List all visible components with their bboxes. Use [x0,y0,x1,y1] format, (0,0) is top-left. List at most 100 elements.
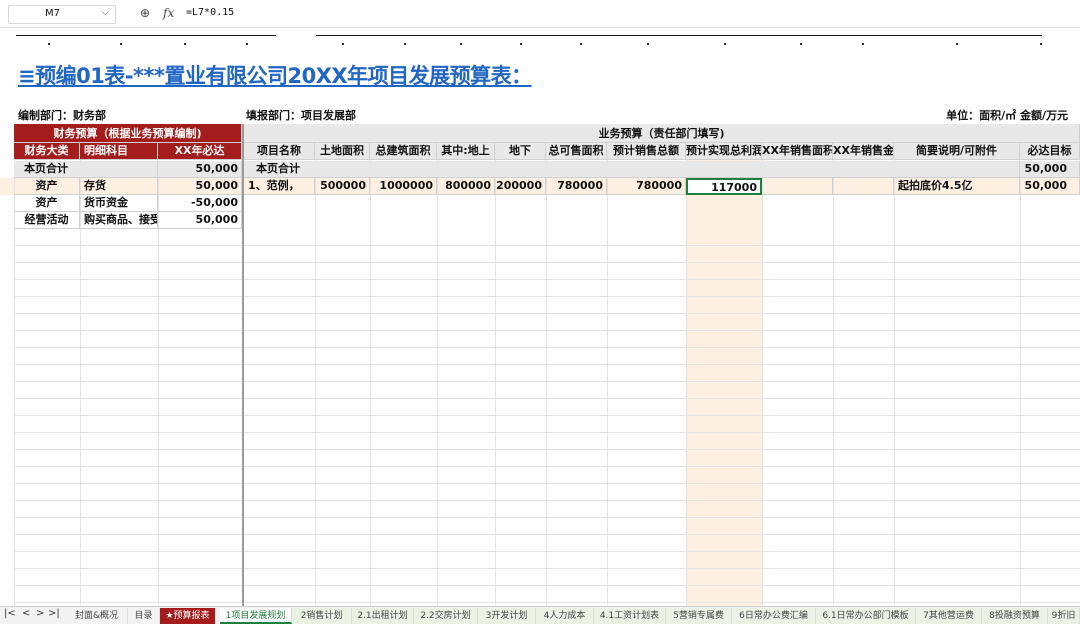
unit-label: 单位：面积/㎡ 金额/万元 [946,109,1068,122]
grid-column-line [833,124,834,606]
empty-grid-row [14,331,1080,348]
row-saleable-area[interactable]: 780000 [546,178,607,195]
ruler-dot [520,43,522,45]
empty-grid-row [14,433,1080,450]
right-total-value[interactable]: 50,000 [1020,161,1080,178]
ruler-dot [460,43,462,45]
empty-grid-row [14,229,1080,246]
prev-sheet-icon[interactable]: < [22,608,30,619]
left-row-cat[interactable]: 经营活动 [14,212,80,229]
grid-column-line [437,124,438,606]
first-sheet-icon[interactable]: |< [4,608,16,619]
sheet-tab[interactable]: 4.1工资计划表 [594,608,666,624]
header-sales-area-year[interactable]: XX年销售面积 [762,143,833,160]
empty-grid-row [14,246,1080,263]
selected-cell-profit[interactable]: 117000 [686,178,762,195]
sheet-tab[interactable]: 7其他营运费 [916,608,982,624]
left-row-val[interactable]: -50,000 [158,195,242,212]
empty-grid-row [14,314,1080,331]
header-above-ground[interactable]: 其中:地上 [437,143,495,160]
freeze-divider [242,124,244,606]
empty-grid-row [14,586,1080,603]
header-sales-total[interactable]: 预计销售总额 [607,143,686,160]
row-above-ground[interactable]: 800000 [437,178,495,195]
fx-icon[interactable]: fx [163,6,174,20]
empty-grid-row [14,348,1080,365]
row-project-name[interactable]: 1、范例， [244,178,315,195]
ruler-dot [48,43,50,45]
ruler-dot [580,43,582,45]
name-box-value: M7 [45,8,60,19]
right-group-header: 业务预算（责任部门填写) [244,124,1080,143]
row-notes[interactable]: 起拍底价4.5亿 [894,178,1020,195]
ruler-dot [342,43,344,45]
sheet-tab[interactable]: 2销售计划 [292,608,352,624]
header-subject[interactable]: 明细科目 [80,143,158,160]
left-total-label[interactable]: 本页合计 [14,161,158,178]
ruler-dot [246,43,248,45]
ruler-dot [724,43,726,45]
left-total-value[interactable]: 50,000 [158,161,242,178]
sheet-tab[interactable]: 8投融资预算 [982,608,1048,624]
header-total-area[interactable]: 总建筑面积 [370,143,437,160]
row-underground[interactable]: 200000 [495,178,546,195]
row-sales-area-year[interactable] [762,178,833,195]
header-project-name[interactable]: 项目名称 [244,143,315,160]
sheet-tab[interactable]: 4人力成本 [536,608,594,624]
sheet-tab[interactable]: 5营销专属费 [666,608,732,624]
header-land-area[interactable]: 土地面积 [315,143,370,160]
header-category[interactable]: 财务大类 [14,143,80,160]
row-total-area[interactable]: 1000000 [370,178,437,195]
sheet-tab-active[interactable]: 1项目发展规划 [220,608,292,624]
left-row-sub[interactable]: 购买商品、接受 [80,212,158,229]
sheet-tab[interactable]: 6日常办公费汇编 [732,608,816,624]
sheet-tab[interactable]: 封面&概况 [66,608,128,624]
grid-column-line [495,124,496,606]
sheet-tab[interactable]: 9折旧 [1048,608,1080,624]
left-group-header: 财务预算（根据业务预算编制) [14,124,242,143]
header-notes[interactable]: 简要说明/可附件 [894,143,1020,160]
ruler-dot [120,43,122,45]
name-box[interactable]: M7 ⌵ [8,5,116,24]
last-sheet-icon[interactable]: >| [48,608,60,619]
sheet-tab[interactable]: 2.2交房计划 [414,608,478,624]
sheet-tab[interactable]: 3开发计划 [478,608,536,624]
ruler-dot [184,43,186,45]
row-must-target[interactable]: 50,000 [1020,178,1080,195]
sheet-tab[interactable]: 2.1出租计划 [352,608,414,624]
ruler-dot [956,43,958,45]
sheet-tab[interactable]: 目录 [128,608,160,624]
left-row-sub[interactable]: 存货 [80,178,158,195]
header-underground[interactable]: 地下 [495,143,546,160]
left-row-cat[interactable]: 资产 [14,178,80,195]
empty-grid-row [14,399,1080,416]
sheet-tab-budget-report[interactable]: ★预算报表 [160,608,216,624]
spreadsheet-grid[interactable]: 财务预算（根据业务预算编制) 财务大类 明细科目 XX年必达 本页合计 50,0… [0,124,1080,606]
header-profit[interactable]: 预计实现总利润 [686,143,762,160]
header-sales-amount-year[interactable]: XX年销售金额 [833,143,894,160]
zoom-icon[interactable]: ⊕ [140,6,150,20]
page-title: ≡预编01表-***置业有限公司20XX年项目发展预算表： [18,64,532,88]
left-row-val[interactable]: 50,000 [158,178,242,195]
next-sheet-icon[interactable]: > [36,608,44,619]
left-row-sub[interactable]: 货币资金 [80,195,158,212]
grid-column-line [607,124,608,606]
header-target[interactable]: XX年必达 [158,143,242,160]
empty-grid-row [14,535,1080,552]
ruler-line [16,35,276,36]
empty-grid-row [14,297,1080,314]
right-total-label[interactable]: 本页合计 [244,161,1020,178]
header-must-target[interactable]: 必达目标 [1020,143,1080,160]
formula-input[interactable]: =L7*0.15 [186,7,234,18]
row-sales-amount-year[interactable] [833,178,894,195]
row-land-area[interactable]: 500000 [315,178,370,195]
dept-right: 填报部门：项目发展部 [246,109,356,122]
left-row-val[interactable]: 50,000 [158,212,242,229]
sheet-tab[interactable]: 6.1日常办公部门模板 [816,608,916,624]
row-sales-total[interactable]: 780000 [607,178,686,195]
ruler-dot [1040,43,1042,45]
left-row-cat[interactable]: 资产 [14,195,80,212]
chevron-down-icon[interactable]: ⌵ [101,7,109,18]
header-saleable-area[interactable]: 总可售面积 [546,143,607,160]
grid-column-line [370,124,371,606]
